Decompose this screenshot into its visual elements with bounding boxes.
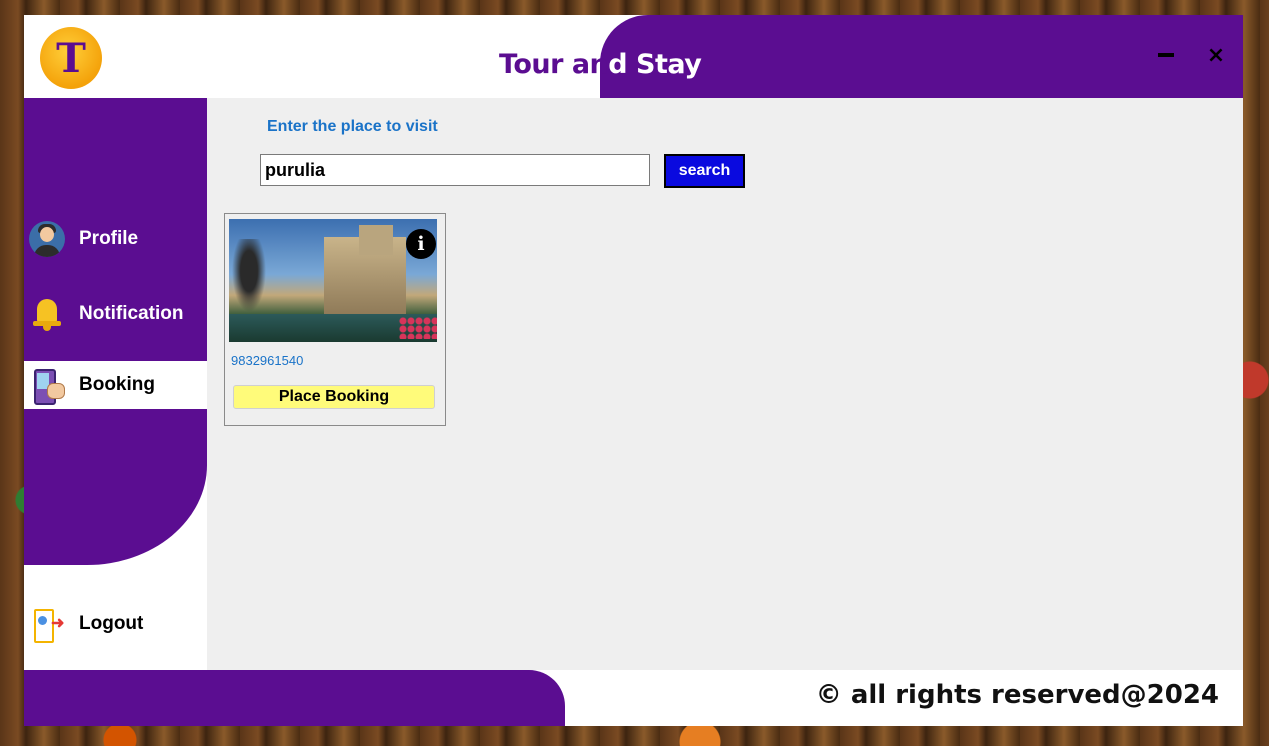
logo-letter: T (56, 34, 86, 82)
sidebar-item-logout[interactable]: ➜ Logout (24, 600, 207, 648)
hotel-photo: i (229, 219, 437, 342)
sidebar-item-profile[interactable]: Profile (24, 215, 207, 263)
search-input[interactable] (260, 154, 650, 186)
result-card: i 9832961540 Place Booking (224, 213, 446, 426)
sidebar: Profile Notification Booking ➜ Logout (24, 98, 207, 726)
app-header: T Tour and Stay × (24, 15, 1243, 98)
sidebar-item-notification[interactable]: Notification (24, 290, 207, 338)
sidebar-item-label: Notification (79, 303, 184, 324)
card-phone: 9832961540 (231, 353, 304, 368)
app-title-part1: Tour an (499, 49, 609, 80)
booking-icon (29, 367, 65, 405)
minimize-icon (1158, 53, 1174, 57)
place-booking-button[interactable]: Place Booking (233, 385, 435, 409)
sidebar-item-booking[interactable]: Booking (24, 361, 207, 409)
app-title-part2: d Stay (608, 49, 702, 80)
footer-accent (24, 670, 565, 726)
logout-icon: ➜ (29, 606, 65, 643)
search-button[interactable]: search (664, 154, 745, 188)
app-footer: © all rights reserved@2024 (24, 670, 1243, 726)
search-heading: Enter the place to visit (267, 118, 438, 135)
bell-icon (29, 296, 65, 332)
sidebar-item-label: Profile (79, 228, 139, 249)
app-logo: T (40, 27, 102, 89)
avatar-icon (29, 221, 65, 257)
info-icon[interactable]: i (406, 229, 436, 259)
sidebar-item-label: Logout (79, 613, 144, 634)
app-title: Tour and Stay (499, 49, 702, 80)
app-window: T Tour and Stay × Profile Notification B (24, 15, 1243, 726)
sidebar-item-label: Booking (79, 374, 155, 395)
copyright-text: © all rights reserved@2024 (815, 680, 1219, 710)
close-button[interactable]: × (1202, 41, 1230, 69)
minimize-button[interactable] (1152, 41, 1180, 69)
